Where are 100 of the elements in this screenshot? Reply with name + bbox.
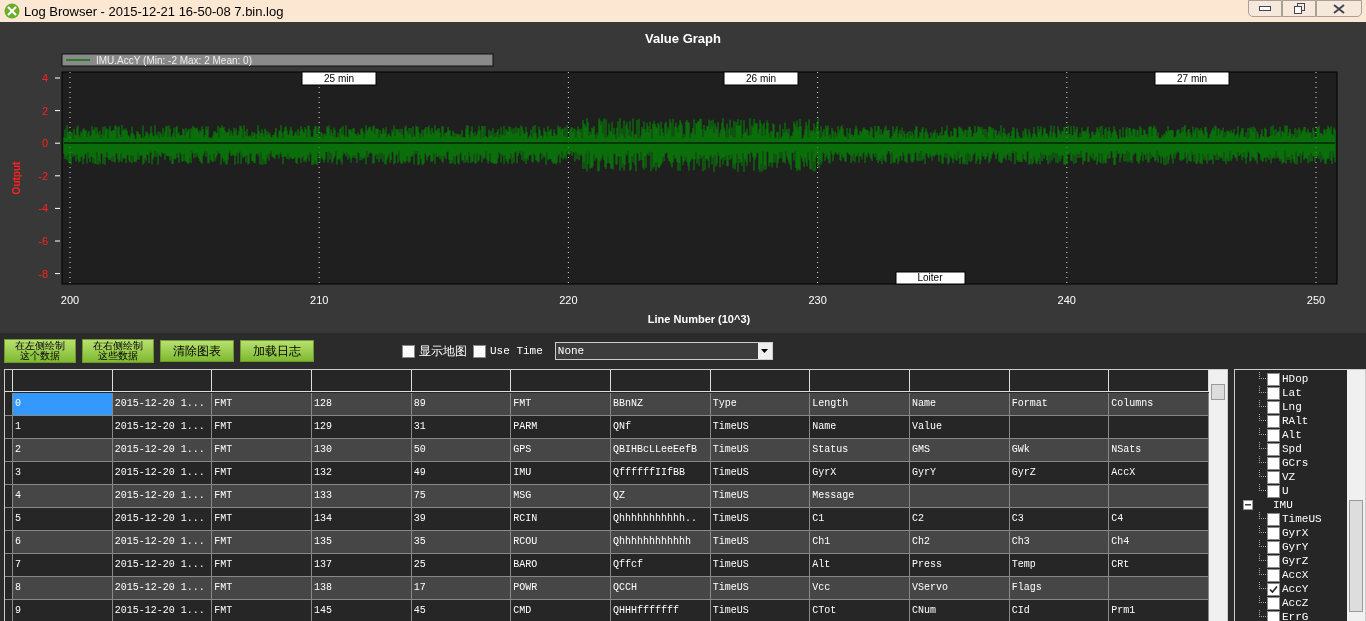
table-cell[interactable]: Temp (1009, 554, 1110, 577)
table-cell[interactable]: 133 (312, 485, 412, 508)
table-cell[interactable]: 2 (13, 439, 113, 462)
table-cell[interactable]: Prm1 (1109, 600, 1209, 621)
table-cell[interactable] (1109, 416, 1209, 439)
table-cell[interactable]: 35 (411, 531, 512, 554)
row-header[interactable] (5, 462, 13, 485)
table-cell[interactable]: 6 (13, 531, 113, 554)
table-cell[interactable]: 132 (312, 462, 412, 485)
checkbox-label[interactable]: Use Time (490, 345, 543, 357)
table-cell[interactable]: Qhhhhhhhhhhh.. (611, 508, 711, 531)
table-cell[interactable]: FMT (212, 600, 312, 621)
table-cell[interactable]: TimeUS (710, 485, 811, 508)
checkbox[interactable] (1267, 540, 1280, 554)
table-cell[interactable]: 138 (312, 577, 412, 600)
checkbox[interactable] (1267, 596, 1280, 610)
tree-item-label[interactable]: GyrZ (1282, 555, 1309, 567)
table-cell[interactable]: 135 (312, 531, 412, 554)
checkbox[interactable] (1267, 414, 1280, 428)
restore-button[interactable] (1282, 0, 1316, 17)
table-cell[interactable]: CMD (511, 600, 611, 621)
column-header[interactable] (611, 370, 711, 392)
table-cell[interactable]: Qhhhhhhhhhhhh (611, 531, 711, 554)
column-header[interactable] (511, 370, 611, 392)
column-header[interactable] (710, 370, 811, 392)
table-cell[interactable]: IMU (511, 462, 611, 485)
table-cell[interactable]: Columns (1109, 393, 1209, 416)
table-cell[interactable]: Alt (810, 554, 910, 577)
table-cell[interactable]: C3 (1009, 508, 1110, 531)
tree-item-label[interactable]: U (1282, 485, 1289, 497)
table-cell[interactable]: FMT (212, 439, 312, 462)
tree-item-label[interactable]: RAlt (1282, 415, 1309, 427)
table-cell[interactable]: QCCH (611, 577, 711, 600)
tree-item-label[interactable]: HDop (1282, 373, 1309, 385)
table-cell[interactable]: FMT (212, 508, 312, 531)
minimize-button[interactable] (1248, 0, 1282, 17)
table-cell[interactable]: 9 (13, 600, 113, 621)
table-cell[interactable]: TimeUS (710, 577, 811, 600)
row-header[interactable] (5, 554, 13, 577)
tree-item-label[interactable]: GCrs (1282, 457, 1309, 469)
row-header[interactable] (5, 416, 13, 439)
table-cell[interactable]: CId (1009, 600, 1110, 621)
table-cell[interactable]: FMT (212, 554, 312, 577)
table-cell[interactable]: FMT (212, 577, 312, 600)
table-cell[interactable]: Status (810, 439, 910, 462)
column-header[interactable] (13, 370, 113, 392)
table-cell[interactable]: 89 (411, 393, 512, 416)
tree-item-label[interactable]: AccY (1282, 583, 1309, 595)
column-header[interactable] (112, 370, 213, 392)
table-cell[interactable]: 49 (411, 462, 512, 485)
tree-item-label[interactable]: GyrY (1282, 541, 1309, 553)
table-cell[interactable]: 2015-12-20 1... (112, 485, 213, 508)
table-cell[interactable]: 137 (312, 554, 412, 577)
table-cell[interactable]: POWR (511, 577, 611, 600)
checkbox[interactable] (1267, 456, 1280, 470)
table-cell[interactable]: Ch2 (910, 531, 1010, 554)
table-cell[interactable]: BBnNZ (611, 393, 711, 416)
table-cell[interactable]: 2015-12-20 1... (112, 462, 213, 485)
table-cell[interactable]: Length (810, 393, 910, 416)
table-cell[interactable]: Ch1 (810, 531, 910, 554)
table-cell[interactable]: 45 (411, 600, 512, 621)
table-cell[interactable]: VServo (910, 577, 1010, 600)
toolbar-button[interactable]: 清除图表 (160, 340, 234, 362)
collapse-icon[interactable] (1243, 500, 1253, 510)
table-cell[interactable]: AccX (1109, 462, 1209, 485)
checkbox[interactable] (1267, 428, 1280, 442)
table-cell[interactable]: 50 (411, 439, 512, 462)
table-cell[interactable]: RCIN (511, 508, 611, 531)
table-cell[interactable]: 2015-12-20 1... (112, 531, 213, 554)
table-cell[interactable]: 25 (411, 554, 512, 577)
tree-group-label[interactable]: IMU (1273, 499, 1293, 511)
table-cell[interactable]: TimeUS (710, 416, 811, 439)
table-cell[interactable]: GyrZ (1009, 462, 1110, 485)
row-header[interactable] (5, 531, 13, 554)
table-cell[interactable]: FMT (511, 393, 611, 416)
table-cell[interactable]: Ch4 (1109, 531, 1209, 554)
table-cell[interactable]: TimeUS (710, 554, 811, 577)
row-header[interactable] (5, 508, 13, 531)
tree-item-label[interactable]: Lat (1282, 387, 1302, 399)
table-cell[interactable]: QffffffIIfBB (611, 462, 711, 485)
table-cell[interactable]: FMT (212, 531, 312, 554)
table-cell[interactable]: TimeUS (710, 462, 811, 485)
checkbox[interactable] (1267, 484, 1280, 498)
table-cell[interactable] (1009, 485, 1110, 508)
tree-item-label[interactable]: GyrX (1282, 527, 1309, 539)
table-cell[interactable]: GWk (1009, 439, 1110, 462)
table-cell[interactable]: PARM (511, 416, 611, 439)
table-cell[interactable]: 3 (13, 462, 113, 485)
table-cell[interactable]: GMS (910, 439, 1010, 462)
table-cell[interactable]: 7 (13, 554, 113, 577)
table-cell[interactable]: C4 (1109, 508, 1209, 531)
column-header[interactable] (910, 370, 1010, 392)
table-cell[interactable]: MSG (511, 485, 611, 508)
table-cell[interactable]: RCOU (511, 531, 611, 554)
table-cell[interactable]: 2015-12-20 1... (112, 439, 213, 462)
table-cell[interactable]: 2015-12-20 1... (112, 416, 213, 439)
table-cell[interactable]: QHHHfffffff (611, 600, 711, 621)
column-header[interactable] (411, 370, 512, 392)
time-dropdown[interactable]: None (554, 342, 773, 360)
table-cell[interactable]: CRt (1109, 554, 1209, 577)
